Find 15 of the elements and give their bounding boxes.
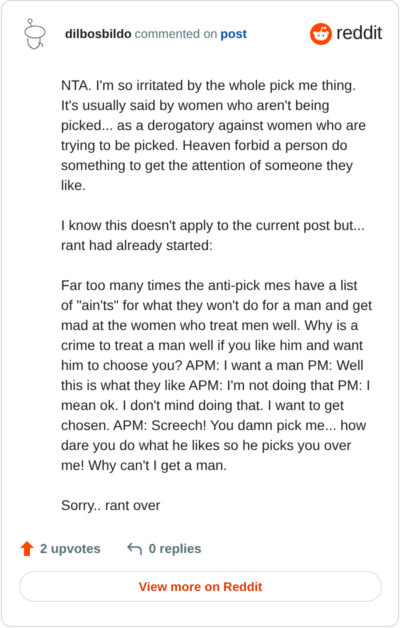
avatar-icon bbox=[22, 17, 48, 51]
upvote-count: 2 upvotes bbox=[40, 541, 101, 556]
comment-paragraph: NTA. I'm so irritated by the whole pick me thing. It's usually said by women who aren't being picked... as a derogatory against women who are trying to be picked. Heaven forbid a person do something to get the attention of someone they like. bbox=[61, 76, 368, 195]
action-text: commented on bbox=[134, 27, 218, 41]
post-link[interactable]: post bbox=[220, 27, 247, 41]
reply-count: 0 replies bbox=[148, 541, 202, 556]
comment-paragraph: Sorry.. rant over bbox=[61, 496, 162, 515]
upvote-icon[interactable] bbox=[20, 541, 34, 556]
author-name[interactable]: dilbosbildo bbox=[65, 27, 132, 41]
reply-icon[interactable] bbox=[126, 542, 143, 556]
comment-paragraph: I know this doesn't apply to the current post but... rant had already started: bbox=[61, 216, 366, 255]
view-more-button[interactable]: View more on Reddit bbox=[19, 571, 382, 602]
reddit-logo-icon bbox=[310, 23, 332, 45]
comment-paragraph: Far too many times the anti-pick mes have a list of "ain'ts" for what they won't do for a man and get mad at the women who treat men well. Why is a crime to treat a man well if you like him and want him to choose you? APM: I want a man PM: Well this is what they like APM: I'm not doing that PM: I mean ok. I don't mind doing that. I want to get chosen. APM: Screech! You damn pick me... how dare you do what he likes so he picks you over me! Why can't I get a man. bbox=[61, 276, 372, 475]
brand-name: reddit bbox=[336, 23, 382, 45]
